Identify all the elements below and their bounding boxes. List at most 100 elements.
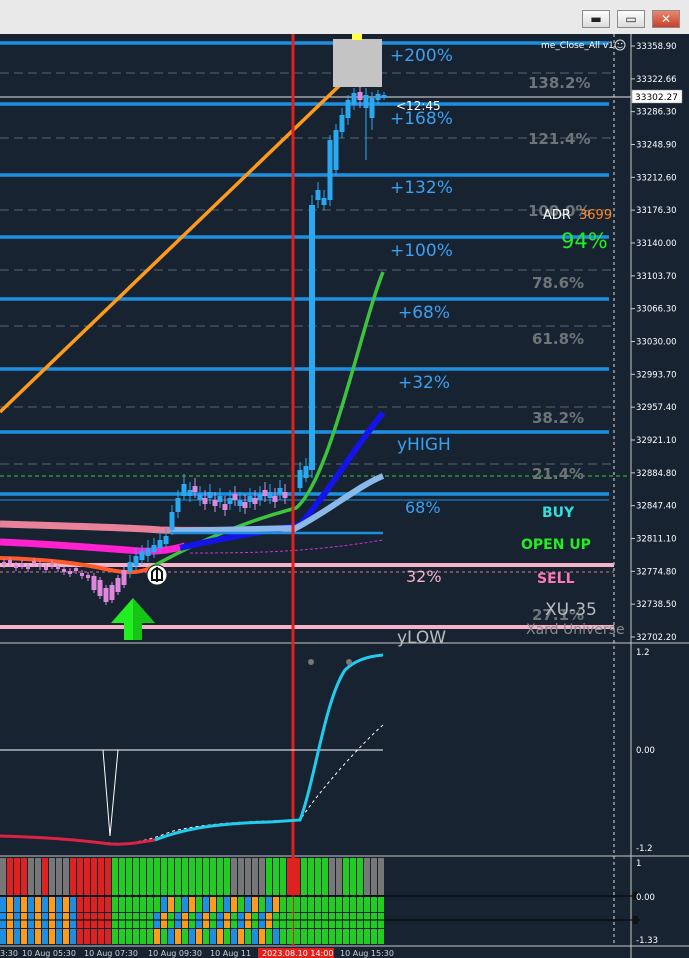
osc-red-segment — [0, 834, 156, 846]
hist-bar — [28, 858, 34, 895]
price-axis: 33358.90 33322.66 33286.30 33248.90 33212.60… — [631, 42, 677, 643]
hist-bar — [357, 929, 363, 944]
hist-bar — [63, 858, 69, 895]
hist-bar — [175, 897, 181, 912]
candle-body — [44, 567, 48, 570]
hist-bar — [308, 858, 314, 895]
price-tick-label: 33066.30 — [636, 305, 677, 315]
hist-bar — [224, 858, 230, 895]
candle-body — [303, 466, 309, 478]
hist-bar — [119, 858, 125, 895]
hist-bar — [364, 929, 370, 944]
hist-bar — [315, 897, 321, 912]
hist-bar — [245, 897, 251, 912]
symbol-label: XU-35 — [545, 600, 597, 620]
hist-bar — [273, 858, 279, 895]
hist-bar — [154, 897, 160, 912]
hist-bar — [252, 858, 258, 895]
hist-bar — [42, 929, 48, 944]
hist-bar — [329, 897, 335, 912]
hist-bar — [308, 929, 314, 944]
hist-bar — [42, 858, 48, 895]
hist-bar — [105, 929, 111, 944]
hist-bar — [133, 929, 139, 944]
price-tick-label: 32921.10 — [636, 436, 677, 446]
time-tick-label: 2023.08.10 14:00 — [262, 949, 333, 958]
histogram — [0, 858, 384, 944]
candle-body — [86, 575, 90, 578]
hist-bar — [35, 929, 41, 944]
hist-bar — [105, 897, 111, 912]
candle-body — [197, 494, 203, 500]
hist-bar — [329, 858, 335, 895]
hist-bar — [224, 929, 230, 944]
hist-bar — [357, 897, 363, 912]
hist-bar — [259, 858, 265, 895]
maximize-button[interactable]: ▭ — [617, 10, 645, 28]
hist-bar — [322, 929, 328, 944]
hist-bar — [357, 858, 363, 895]
hist-bar — [294, 897, 300, 912]
osc-signal-line — [0, 724, 384, 844]
minimize-icon: ▬ — [590, 12, 602, 26]
price-tick-label: 32884.80 — [636, 469, 677, 479]
close-button[interactable]: ✕ — [652, 10, 680, 28]
hist-bar — [126, 897, 132, 912]
yhigh-label: yHIGH — [397, 435, 451, 455]
hist-bar — [336, 897, 342, 912]
price-tick-label: 33140.00 — [636, 239, 677, 249]
hist-bar — [308, 897, 314, 912]
price-tick-label: 32738.50 — [636, 600, 677, 610]
minimize-button[interactable]: ▬ — [582, 10, 610, 28]
hist-bar — [350, 929, 356, 944]
candle-body — [26, 566, 30, 569]
price-tick-label: 33286.30 — [636, 108, 677, 118]
hist-bar — [21, 858, 27, 895]
hist-bar — [182, 858, 188, 895]
hist-bar — [77, 897, 83, 912]
hist-bar — [133, 897, 139, 912]
level-label-32-lower: 32% — [406, 567, 442, 586]
price-tick-label: 33212.60 — [636, 173, 677, 183]
hist-bar — [231, 858, 237, 895]
hist-bar — [301, 929, 307, 944]
hist-bar — [21, 897, 27, 912]
hist-bar — [280, 858, 286, 895]
adr-label: ADR — [543, 208, 571, 223]
bell-icon[interactable] — [146, 564, 168, 586]
candle-body — [277, 488, 283, 494]
hist-bar — [238, 858, 244, 895]
time-tick-label: 10 Aug 07:30 — [84, 949, 138, 958]
hist-bar — [154, 858, 160, 895]
hist-bar — [287, 929, 293, 944]
trading-chart[interactable]: +200% +168% +132% +100% +68% +32% yHIGH … — [0, 34, 689, 958]
hist-bar — [217, 897, 223, 912]
candle-body — [169, 512, 175, 530]
hist-bar — [245, 929, 251, 944]
candle-body — [357, 92, 363, 100]
hist-bar — [252, 897, 258, 912]
hist-bar — [196, 929, 202, 944]
candle-body — [91, 576, 97, 590]
hist-bar — [0, 858, 6, 895]
candle-body — [50, 563, 54, 566]
hist-bar — [77, 929, 83, 944]
signal-buy: BUY — [542, 505, 575, 521]
hist-bar — [112, 897, 118, 912]
candle-body — [232, 494, 238, 500]
hist-bar — [28, 897, 34, 912]
fib-label-138: 138.2% — [528, 74, 590, 92]
hist-bar — [322, 858, 328, 895]
hist-bar — [112, 929, 118, 944]
fib-label-21: 21.4% — [532, 465, 584, 483]
candle-body — [115, 578, 121, 592]
hist-bar — [126, 858, 132, 895]
hist-bar — [21, 929, 27, 944]
hist-bar — [56, 897, 62, 912]
hist-bar — [98, 858, 104, 895]
candle-body — [237, 500, 243, 506]
candle-body — [38, 564, 42, 567]
hist-bar — [266, 858, 272, 895]
candle-body — [202, 498, 208, 504]
hist-bar — [126, 929, 132, 944]
